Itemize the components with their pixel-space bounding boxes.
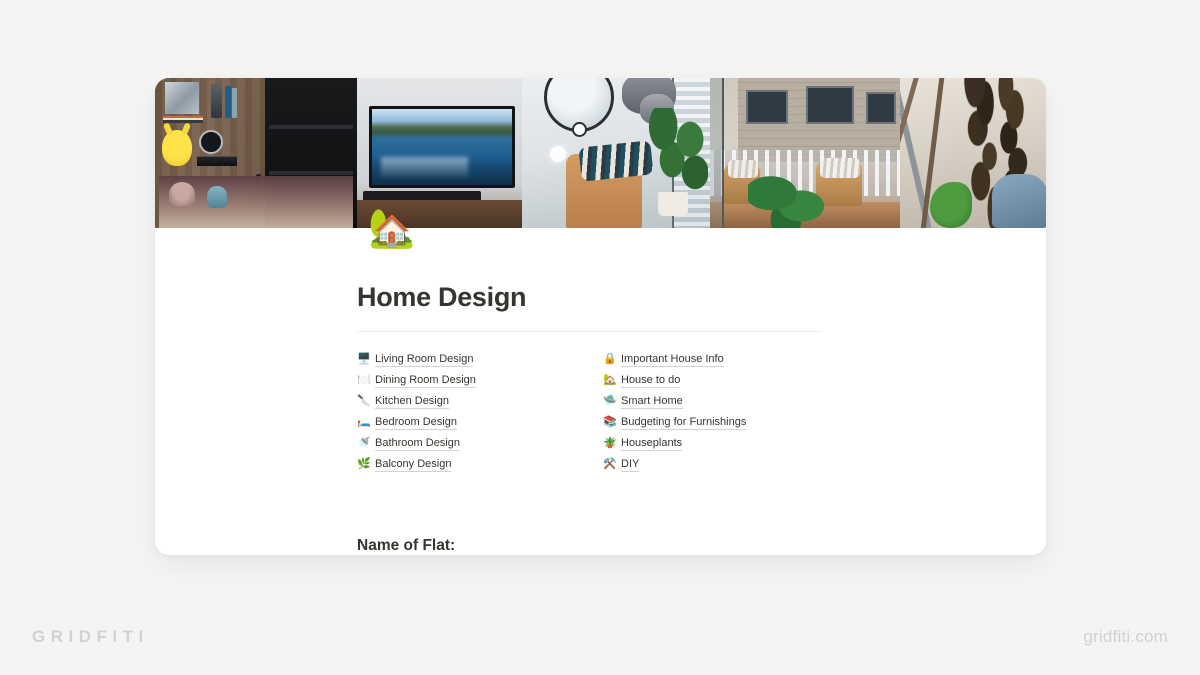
- blue-fabric: [992, 174, 1046, 228]
- screenshot-root: 🏡 Home Design 🖥️ Living Room Design 🍽️ D…: [0, 0, 1200, 675]
- plate-with-cutlery-icon: 🍽️: [357, 374, 371, 386]
- sub-page-link-living-room-design[interactable]: Living Room Design: [375, 352, 474, 367]
- shelf-book-blue: [225, 86, 231, 118]
- cover-panel-mirror-armchair-plants: [522, 78, 710, 228]
- notion-page-card: 🏡 Home Design 🖥️ Living Room Design 🍽️ D…: [155, 78, 1046, 555]
- list-item[interactable]: 🔪 Kitchen Design: [357, 391, 603, 412]
- sub-page-link-house-to-do[interactable]: House to do: [621, 373, 681, 388]
- cover-panel-hanging-vines-and-easel: [900, 78, 1046, 228]
- sub-page-link-budgeting-for-furnishings[interactable]: Budgeting for Furnishings: [621, 415, 747, 430]
- hammer-and-pick-icon: ⚒️: [603, 458, 617, 470]
- desktop-computer-icon: 🖥️: [357, 353, 371, 365]
- shelf-clock: [199, 130, 223, 154]
- herb-icon: 🌿: [357, 458, 371, 470]
- sub-page-link-smart-home[interactable]: Smart Home: [621, 394, 683, 409]
- monstera-plant: [644, 108, 708, 200]
- section-heading-name-of-flat[interactable]: Name of Flat:: [357, 537, 1046, 555]
- book-stack: [163, 116, 203, 123]
- list-item[interactable]: 📚 Budgeting for Furnishings: [603, 412, 849, 433]
- white-planter: [658, 192, 688, 216]
- green-leaf: [930, 182, 972, 228]
- sub-page-link-kitchen-design[interactable]: Kitchen Design: [375, 394, 449, 409]
- television: [369, 106, 515, 188]
- sub-page-links-left-column: 🖥️ Living Room Design 🍽️ Dining Room Des…: [357, 349, 603, 475]
- table-lamp: [169, 182, 195, 206]
- watermark-gridfiti-logo: GRIDFITI: [32, 627, 149, 646]
- shower-icon: 🚿: [357, 437, 371, 449]
- list-item[interactable]: 🌿 Balcony Design: [357, 454, 603, 475]
- page-title[interactable]: Home Design: [357, 282, 1046, 313]
- list-item[interactable]: 🏡 House to do: [603, 370, 849, 391]
- sub-page-link-dining-room-design[interactable]: Dining Room Design: [375, 373, 476, 388]
- bed-icon: 🛏️: [357, 416, 371, 428]
- pikachu-plush: [162, 130, 192, 166]
- potted-plant-icon: 🪴: [603, 437, 617, 449]
- horizontal-divider: [357, 331, 821, 332]
- sub-page-link-bedroom-design[interactable]: Bedroom Design: [375, 415, 457, 430]
- page-cover-banner[interactable]: [155, 78, 1046, 228]
- sub-page-links-right-column: 🔒 Important House Info 🏡 House to do 🛸 S…: [603, 349, 849, 475]
- list-item[interactable]: 🍽️ Dining Room Design: [357, 370, 603, 391]
- sub-page-link-balcony-design[interactable]: Balcony Design: [375, 457, 452, 472]
- list-item[interactable]: 🖥️ Living Room Design: [357, 349, 603, 370]
- list-item[interactable]: ⚒️ DIY: [603, 454, 849, 475]
- wall-switch: [574, 124, 585, 135]
- list-item[interactable]: 🪴 Houseplants: [603, 433, 849, 454]
- lock-icon: 🔒: [603, 353, 617, 365]
- sub-page-link-diy[interactable]: DIY: [621, 457, 640, 472]
- facade-window-2: [806, 86, 854, 124]
- sub-page-link-grid: 🖥️ Living Room Design 🍽️ Dining Room Des…: [357, 349, 849, 475]
- facade-window-1: [746, 90, 788, 124]
- blue-vase: [207, 186, 227, 208]
- page-icon-house-with-garden-emoji[interactable]: 🏡: [368, 210, 415, 248]
- list-item[interactable]: 🛸 Smart Home: [603, 391, 849, 412]
- kitchen-knife-icon: 🔪: [357, 395, 371, 407]
- shelf-poster: [165, 82, 199, 114]
- list-item[interactable]: 🛏️ Bedroom Design: [357, 412, 603, 433]
- tv-screen-landscape: [372, 109, 512, 185]
- shelf-canister: [211, 84, 222, 118]
- list-item[interactable]: 🔒 Important House Info: [603, 349, 849, 370]
- books-icon: 📚: [603, 416, 617, 428]
- flying-saucer-icon: 🛸: [603, 395, 617, 407]
- house-with-garden-icon: 🏡: [603, 374, 617, 386]
- globe-light: [550, 146, 566, 162]
- glass-door-edge: [710, 78, 724, 228]
- sub-page-link-houseplants[interactable]: Houseplants: [621, 436, 683, 451]
- sub-page-link-important-house-info[interactable]: Important House Info: [621, 352, 724, 367]
- cover-panel-tv-living-room: [357, 78, 522, 228]
- facade-window-3: [866, 92, 896, 124]
- chair-cushion-right: [820, 158, 860, 178]
- page-body: Home Design 🖥️ Living Room Design 🍽️ Din…: [155, 282, 1046, 555]
- sub-page-link-bathroom-design[interactable]: Bathroom Design: [375, 436, 460, 451]
- cover-panel-balcony-with-rattan-chairs: [710, 78, 900, 228]
- list-item[interactable]: 🚿 Bathroom Design: [357, 433, 603, 454]
- watermark-gridfiti-url: gridfiti.com: [1083, 627, 1168, 646]
- foreground-plant: [748, 170, 824, 228]
- game-console-box: [197, 156, 237, 166]
- cover-panel-wardrobe-and-bookshelf: [155, 78, 357, 228]
- shelf-book-gray: [232, 88, 237, 118]
